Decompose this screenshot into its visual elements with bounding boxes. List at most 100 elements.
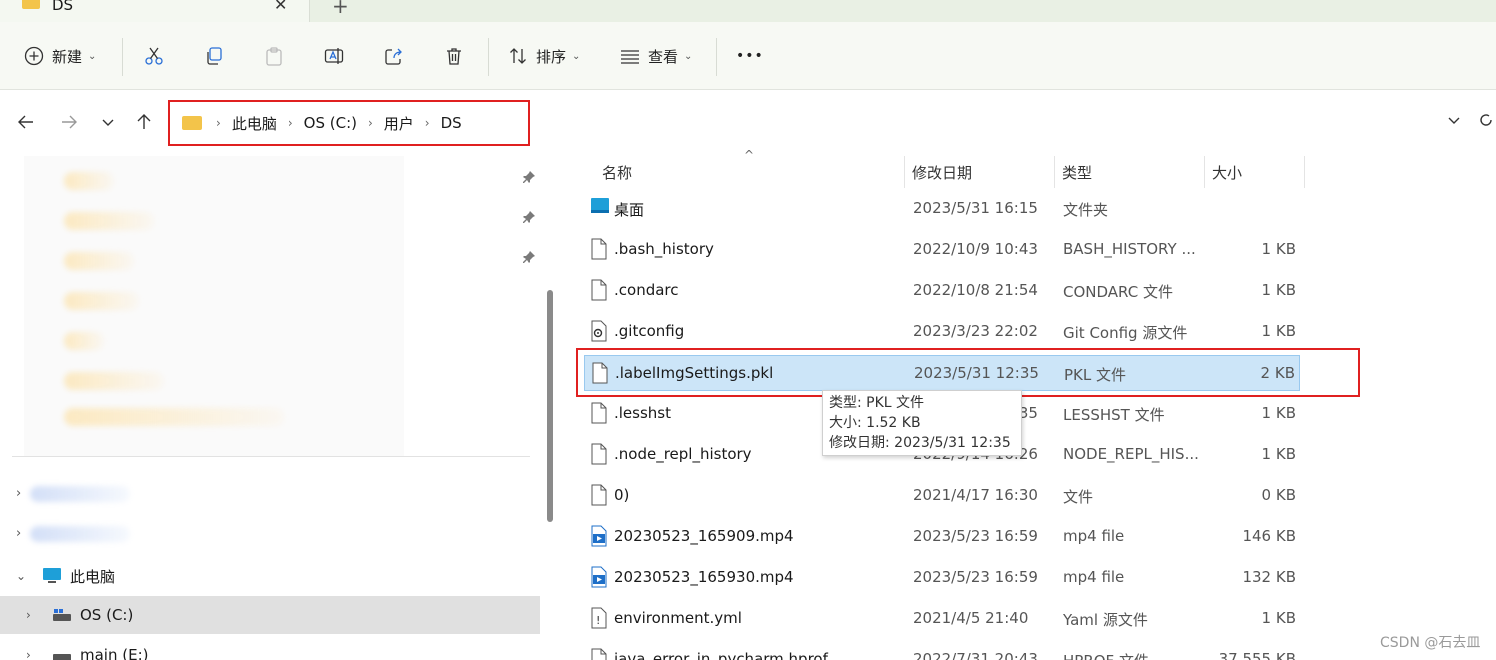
tab-title: DS [52,0,74,14]
paste-button[interactable] [264,36,284,76]
pin-icon[interactable] [522,210,536,224]
sidebar-item-label: OS (C:) [80,606,134,624]
file-type: mp4 file [1063,527,1125,545]
delete-button[interactable] [444,36,464,76]
chevron-down-icon[interactable]: ⌄ [16,569,42,583]
plus-circle-icon [24,46,44,66]
copy-icon [207,47,222,65]
file-list: ^ 名称 修改日期 类型 大小 桌面 2023/5/31 16:15 文件夹 .bas… [562,148,1496,660]
breadcrumb-os-c[interactable]: OS (C:) [304,114,357,132]
file-row[interactable]: .condarc 2022/10/8 21:54 CONDARC 文件 1 KB [584,273,1300,309]
column-divider[interactable] [1204,156,1205,188]
tooltip-date: 修改日期: 2023/5/31 12:35 [829,435,1011,451]
breadcrumb-ds[interactable]: DS [441,114,462,132]
file-row[interactable]: .gitconfig 2023/3/23 22:02 Git Config 源文件 1… [584,314,1300,350]
file-type: HPROF 文件 [1063,650,1149,660]
tab-ds[interactable]: DS ✕ [0,0,310,22]
breadcrumb-separator: › [216,116,221,130]
recent-locations-button[interactable] [94,108,122,136]
address-bar[interactable]: › 此电脑 › OS (C:) › 用户 › DS [168,100,530,146]
chevron-right-icon[interactable]: › [16,486,21,501]
forward-button[interactable] [55,108,83,136]
file-icon [590,402,608,428]
file-row[interactable]: 0) 2021/4/17 16:30 文件 0 KB [584,478,1300,514]
file-row[interactable]: 20230523_165909.mp4 2023/5/23 16:59 mp4 fi… [584,519,1300,555]
copy-button[interactable] [204,36,224,76]
folder-icon [22,0,40,9]
file-size: 1 KB [1261,322,1296,340]
chevron-right-icon[interactable]: › [26,608,52,622]
column-header-name[interactable]: 名称 [602,154,632,190]
address-dropdown-button[interactable] [1446,112,1462,132]
more-options-button[interactable]: ••• [736,36,764,76]
sort-button[interactable]: 排序 ⌄ [508,36,580,76]
file-name: .condarc [614,281,679,299]
blurred-item [30,486,130,502]
file-size: 2 KB [1260,364,1295,382]
arrow-left-icon [18,115,33,129]
refresh-icon [1480,114,1492,126]
yaml-file-icon: ! [590,607,608,633]
column-header-date[interactable]: 修改日期 [912,154,972,190]
chevron-right-icon[interactable]: › [16,526,21,541]
new-button[interactable]: 新建 ⌄ [24,36,96,76]
sidebar-scrollbar[interactable] [540,156,560,660]
breadcrumb-users[interactable]: 用户 [384,113,414,134]
column-divider[interactable] [1054,156,1055,188]
svg-text:!: ! [596,614,600,627]
file-type: PKL 文件 [1064,366,1127,384]
scissors-icon [145,47,163,65]
file-date: 2022/10/9 10:43 [913,240,1038,258]
blurred-item [64,332,104,350]
file-row[interactable]: ! environment.yml 2021/4/5 21:40 Yaml 源文件 1 … [584,601,1300,637]
file-type: CONDARC 文件 [1063,283,1173,301]
sidebar-item-this-pc[interactable]: ⌄ 此电脑 [0,557,540,595]
file-date: 2023/5/23 16:59 [913,527,1038,545]
view-button[interactable]: 查看 ⌄ [620,36,692,76]
file-name: .labelImgSettings.pkl [615,364,774,382]
rename-icon [324,48,344,64]
toolbar-divider [122,38,123,76]
share-button[interactable] [384,36,404,76]
blurred-item [64,212,154,230]
file-row[interactable]: 20230523_165930.mp4 2023/5/23 16:59 mp4 fi… [584,560,1300,596]
up-button[interactable] [130,108,158,136]
column-header-size[interactable]: 大小 [1212,154,1242,190]
refresh-button[interactable] [1478,112,1494,132]
file-size: 146 KB [1242,527,1296,545]
share-icon [385,48,402,65]
sidebar-item-main-e[interactable]: › main (E:) [0,636,540,660]
file-row[interactable]: 桌面 2023/5/31 16:15 文件夹 [584,191,1300,227]
command-bar: 新建 ⌄ 排序 ⌄ 查看 ⌄ ••• [0,22,1496,90]
file-size: 37,555 KB [1218,650,1296,660]
close-tab-button[interactable]: ✕ [274,0,287,14]
sidebar-item-label: main (E:) [80,646,149,660]
file-row[interactable]: .labelImgSettings.pkl 2023/5/31 12:35 PKL … [584,355,1300,391]
new-tab-button[interactable]: + [332,0,349,18]
file-name: java_error_in_pycharm.hprof [614,650,828,660]
file-date: 2023/5/31 12:35 [914,364,1039,382]
file-name: .gitconfig [614,322,685,340]
new-label: 新建 [52,47,83,66]
view-label: 查看 [648,47,679,66]
file-row[interactable]: .bash_history 2022/10/9 10:43 BASH_HISTORY… [584,232,1300,268]
column-divider[interactable] [1304,156,1305,188]
pin-icon[interactable] [522,250,536,264]
scrollbar-thumb[interactable] [547,290,553,522]
sidebar-item-os-c[interactable]: › OS (C:) [0,596,540,634]
file-icon [590,648,608,660]
tooltip-size: 大小: 1.52 KB [829,415,921,431]
navigation-bar: › 此电脑 › OS (C:) › 用户 › DS [0,90,1496,154]
file-size: 132 KB [1242,568,1296,586]
pin-icon[interactable] [522,170,536,184]
rename-button[interactable] [324,36,344,76]
file-type: Yaml 源文件 [1063,611,1148,629]
chevron-right-icon[interactable]: › [26,648,52,660]
back-button[interactable] [12,108,40,136]
column-divider[interactable] [904,156,905,188]
tooltip-type: 类型: PKL 文件 [829,395,925,411]
file-row[interactable]: java_error_in_pycharm.hprof 2022/7/31 20:… [584,642,1300,660]
column-header-type[interactable]: 类型 [1062,154,1092,190]
breadcrumb-this-pc[interactable]: 此电脑 [232,113,277,134]
cut-button[interactable] [144,36,164,76]
